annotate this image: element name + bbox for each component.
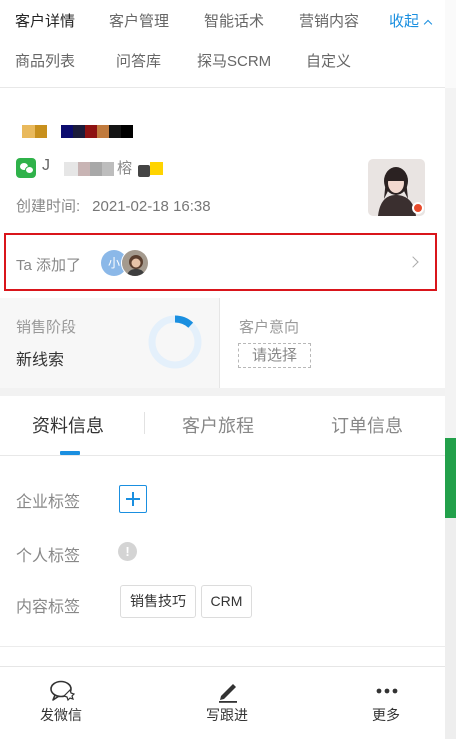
wechat-nickname-initial: J (42, 157, 50, 174)
company-tags-label: 企业标签 (16, 494, 81, 511)
nav-customer-detail[interactable]: 客户详情 (15, 10, 75, 31)
stage-intent-row: 销售阶段 新线索 客户意向 请选择 (0, 298, 445, 388)
more-icon (376, 688, 398, 694)
sales-stage-card[interactable]: 销售阶段 新线索 (0, 298, 219, 388)
background-window-edge (445, 0, 456, 739)
nav-product-list[interactable]: 商品列表 (15, 50, 75, 71)
sales-stage-title: 销售阶段 (16, 319, 77, 336)
nav-collapse-button[interactable]: 收起 (389, 10, 433, 31)
content-tag-chip[interactable]: 销售技巧 (120, 585, 196, 618)
wechat-nickname-tail: 榕 (117, 160, 133, 177)
nav-smart-scripts[interactable]: 智能话术 (204, 10, 264, 31)
detail-tabs: 资料信息 客户旅程 订单信息 (0, 396, 445, 456)
sales-stage-value: 新线索 (16, 352, 65, 369)
write-followup-button[interactable]: 写跟进 (177, 667, 277, 739)
content-divider (0, 646, 445, 647)
avatar-status-dot (412, 202, 424, 214)
write-followup-label: 写跟进 (206, 707, 248, 723)
nav-row-1: 客户详情 客户管理 智能话术 营销内容 收起 (0, 2, 445, 42)
nav-qa-library[interactable]: 问答库 (116, 50, 161, 71)
send-wechat-label: 发微信 (40, 707, 82, 723)
info-icon[interactable]: ! (118, 542, 137, 561)
personal-tags-label: 个人标签 (16, 548, 81, 565)
chevron-up-icon (423, 19, 433, 29)
customer-profile: J 榕 创建时间: 2021-02-18 16:38 (0, 89, 445, 229)
nav-row-2: 商品列表 问答库 探马SCRM 自定义 (0, 42, 445, 82)
customer-intent-card: 客户意向 请选择 (220, 298, 445, 388)
nav-marketing-content[interactable]: 营销内容 (299, 10, 359, 31)
staff-avatar-2 (121, 249, 149, 277)
active-tab-indicator (60, 451, 80, 455)
tab-profile-info[interactable]: 资料信息 (32, 412, 104, 438)
send-wechat-button[interactable]: 发微信 (11, 667, 111, 739)
content-tag-chip[interactable]: CRM (201, 585, 252, 618)
nav-tanma-scrm[interactable]: 探马SCRM (197, 50, 271, 71)
added-by-label: Ta 添加了 (16, 257, 82, 274)
chat-icon (50, 680, 75, 702)
customer-intent-title: 客户意向 (239, 319, 300, 336)
wechat-icon (16, 158, 36, 178)
customer-detail-panel: 客户详情 客户管理 智能话术 营销内容 收起 商品列表 问答库 探马SCRM 自… (0, 0, 445, 739)
nav-custom[interactable]: 自定义 (306, 50, 351, 71)
tab-order-info[interactable]: 订单信息 (331, 412, 403, 438)
tab-customer-journey[interactable]: 客户旅程 (182, 412, 254, 438)
bottom-action-bar: 发微信 写跟进 更多 (0, 666, 445, 739)
more-label: 更多 (372, 707, 400, 723)
add-company-tag-button[interactable] (119, 485, 147, 513)
wechat-nickname-redacted (64, 162, 114, 176)
pen-icon (219, 684, 237, 703)
section-gap (0, 388, 445, 396)
nickname-emoji-icon (138, 159, 164, 177)
added-by-row[interactable]: Ta 添加了 小 (4, 233, 437, 291)
collapse-label: 收起 (389, 13, 420, 30)
customer-intent-select[interactable]: 请选择 (238, 343, 311, 368)
tab-separator (144, 412, 145, 434)
chevron-right-icon (407, 256, 419, 268)
nav-customer-management[interactable]: 客户管理 (109, 10, 169, 31)
created-time: 创建时间: 2021-02-18 16:38 (16, 195, 211, 216)
more-button[interactable]: 更多 (336, 667, 436, 739)
customer-name-redacted (22, 125, 133, 138)
content-tags-label: 内容标签 (16, 599, 81, 616)
created-time-label: 创建时间: (16, 198, 81, 215)
top-nav: 客户详情 客户管理 智能话术 营销内容 收起 商品列表 问答库 探马SCRM 自… (0, 0, 445, 88)
sales-stage-progress-ring (148, 315, 202, 369)
created-time-value: 2021-02-18 16:38 (92, 198, 211, 215)
